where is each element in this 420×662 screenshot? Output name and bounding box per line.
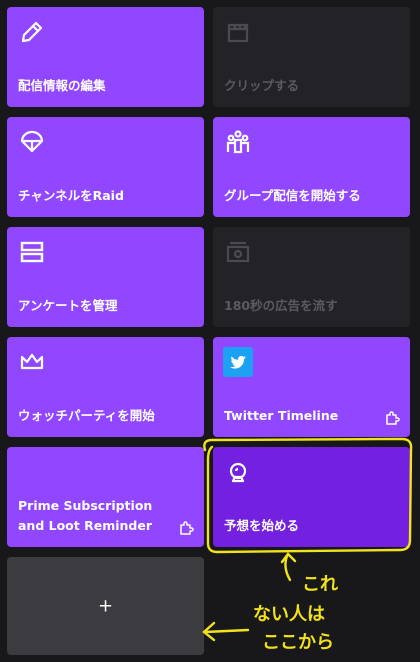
poll-icon [19,239,45,265]
edit-stream-info-label: 配信情報の編集 [18,78,106,93]
twitter-timeline-tile[interactable]: Twitter Timeline [213,337,410,437]
annotation-kore: これ [302,574,338,595]
plus-icon: + [97,595,114,617]
extension-icon [385,410,401,426]
annotation-kokokara: ここから [262,632,334,653]
raid-channel-label: チャンネルをRaid [18,188,124,203]
group-stream-label: グループ配信を開始する [224,188,361,203]
twitter-timeline-label: Twitter Timeline [224,408,339,423]
clapperboard-icon [225,19,251,45]
prediction-icon [225,459,251,485]
start-prediction-tile[interactable]: 予想を始める [213,447,410,547]
parachute-icon [19,129,45,155]
extension-icon [179,520,195,536]
watch-party-tile[interactable]: ウォッチパーティを開始 [7,337,204,437]
clip-tile: クリップする [213,7,410,107]
group-icon [225,129,251,155]
group-stream-tile[interactable]: グループ配信を開始する [213,117,410,217]
twitter-bird-icon [223,347,253,377]
run-ad-tile: 180秒の広告を流す [213,227,410,327]
run-ad-label: 180秒の広告を流す [224,298,338,313]
edit-stream-info-tile[interactable]: 配信情報の編集 [7,7,204,107]
clip-label: クリップする [224,78,300,93]
raid-channel-tile[interactable]: チャンネルをRaid [7,117,204,217]
crown-icon [19,349,45,375]
prime-reminder-tile[interactable]: Prime Subscription and Loot Reminder [7,447,204,547]
pencil-icon [19,19,45,45]
start-prediction-label: 予想を始める [224,518,300,533]
ad-icon [225,239,251,265]
watch-party-label: ウォッチパーティを開始 [18,408,155,423]
manage-poll-tile[interactable]: アンケートを管理 [7,227,204,327]
annotation-nai-hito: ない人は [253,604,325,625]
add-action-button[interactable]: + [7,557,204,655]
prime-reminder-label: Prime Subscription and Loot Reminder [18,498,153,533]
manage-poll-label: アンケートを管理 [18,298,118,313]
